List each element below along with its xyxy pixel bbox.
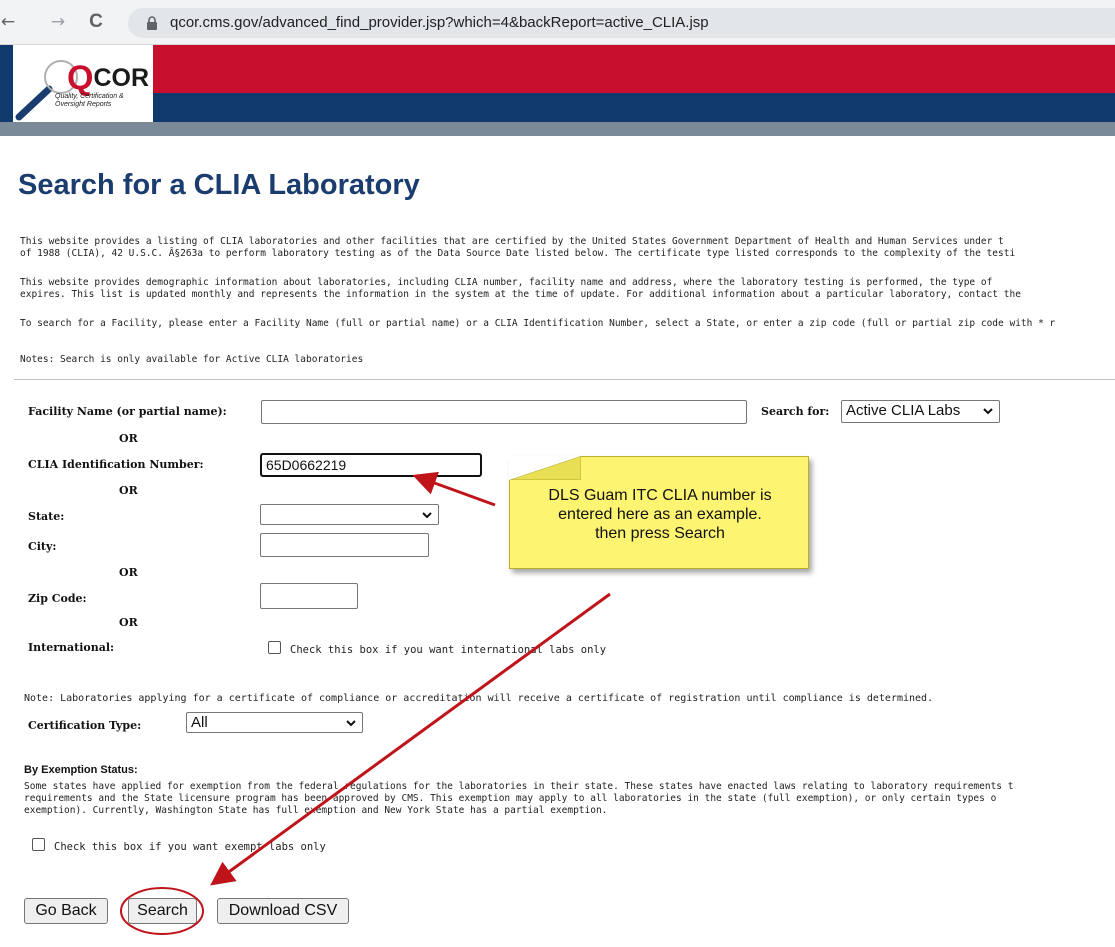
- logo-subtitle: Quality, Certification & Oversight Repor…: [55, 93, 124, 108]
- arrow-to-clia-input: [412, 471, 496, 507]
- search-notes: Notes: Search is only available for Acti…: [20, 354, 364, 365]
- intro-line-2: of 1988 (CLIA), 42 U.S.C. Â§263a to perf…: [20, 248, 1016, 259]
- intro-line-1: This website provides a listing of CLIA …: [20, 236, 1004, 247]
- arrow-to-search-button: [210, 592, 611, 886]
- state-select[interactable]: [260, 504, 439, 525]
- callout-text: DLS Guam ITC CLIA number is entered here…: [515, 486, 805, 543]
- reload-icon[interactable]: C: [84, 10, 108, 34]
- exemption-text-line-1: Some states have applied for exemption f…: [24, 781, 1014, 792]
- exempt-labs-checkbox-text: Check this box if you want exempt labs o…: [54, 841, 326, 853]
- banner-red-band: [153, 45, 1115, 93]
- international-label: International:: [28, 641, 115, 654]
- international-checkbox-text: Check this box if you want international…: [290, 644, 607, 656]
- certificate-note: Note: Laboratories applying for a certif…: [24, 693, 934, 704]
- or-label: OR: [119, 484, 138, 497]
- clia-number-label: CLIA Identification Number:: [28, 458, 204, 471]
- demo-line-2: expires. This list is updated monthly an…: [20, 289, 1021, 300]
- page-frame: ← → C qcor.cms.gov/advanced_find_provide…: [0, 0, 1115, 947]
- url-text: qcor.cms.gov/advanced_find_provider.jsp?…: [170, 14, 709, 31]
- state-label: State:: [28, 510, 65, 523]
- search-button[interactable]: Search: [128, 898, 197, 924]
- chevron-down-icon: [422, 512, 432, 519]
- exemption-text-line-2: requirements and the State licensure pro…: [24, 793, 997, 804]
- search-for-label: Search for:: [761, 405, 830, 418]
- zip-code-label: Zip Code:: [28, 592, 87, 605]
- banner-blue-band: [153, 93, 1115, 122]
- lock-icon: [147, 16, 157, 30]
- banner-edge: [0, 45, 13, 122]
- back-icon[interactable]: ←: [0, 10, 20, 34]
- search-for-select[interactable]: Active CLIA Labs: [841, 400, 1000, 423]
- facility-name-label: Facility Name (or partial name):: [28, 405, 227, 418]
- chevron-down-icon: [346, 720, 356, 727]
- go-back-button[interactable]: Go Back: [24, 898, 108, 924]
- certification-type-select[interactable]: All: [186, 712, 363, 733]
- browser-toolbar: ← → C qcor.cms.gov/advanced_find_provide…: [0, 0, 1115, 45]
- logo-wordmark: QCOR: [67, 59, 150, 97]
- or-label: OR: [119, 566, 138, 579]
- callout-fold: [509, 456, 581, 480]
- facility-name-input[interactable]: [261, 400, 747, 424]
- address-bar[interactable]: qcor.cms.gov/advanced_find_provider.jsp?…: [128, 8, 1115, 38]
- clia-number-input[interactable]: 65D0662219: [260, 453, 482, 477]
- callout-line-1: DLS Guam ITC CLIA number is: [548, 487, 772, 504]
- callout-line-3: then press Search: [595, 525, 725, 542]
- demo-line-1: This website provides demographic inform…: [20, 277, 993, 288]
- download-csv-button[interactable]: Download CSV: [217, 898, 349, 924]
- page-title: Search for a CLIA Laboratory: [18, 169, 420, 201]
- exemption-text-line-3: exemption). Currently, Washington State …: [24, 805, 608, 816]
- exempt-labs-checkbox[interactable]: [32, 838, 45, 851]
- forward-icon[interactable]: →: [46, 10, 70, 34]
- callout-line-2: entered here as an example.: [558, 506, 762, 523]
- city-label: City:: [28, 540, 57, 553]
- chevron-down-icon: [983, 408, 993, 415]
- city-input[interactable]: [260, 533, 429, 557]
- search-instructions: To search for a Facility, please enter a…: [20, 318, 1056, 329]
- divider: [14, 379, 1115, 380]
- exemption-heading: By Exemption Status:: [24, 764, 138, 776]
- certification-type-label: Certification Type:: [28, 719, 142, 732]
- banner-grey-band: [0, 122, 1115, 136]
- zip-code-input[interactable]: [260, 583, 358, 609]
- international-checkbox[interactable]: [268, 641, 281, 654]
- or-label: OR: [119, 616, 138, 629]
- or-label: OR: [119, 432, 138, 445]
